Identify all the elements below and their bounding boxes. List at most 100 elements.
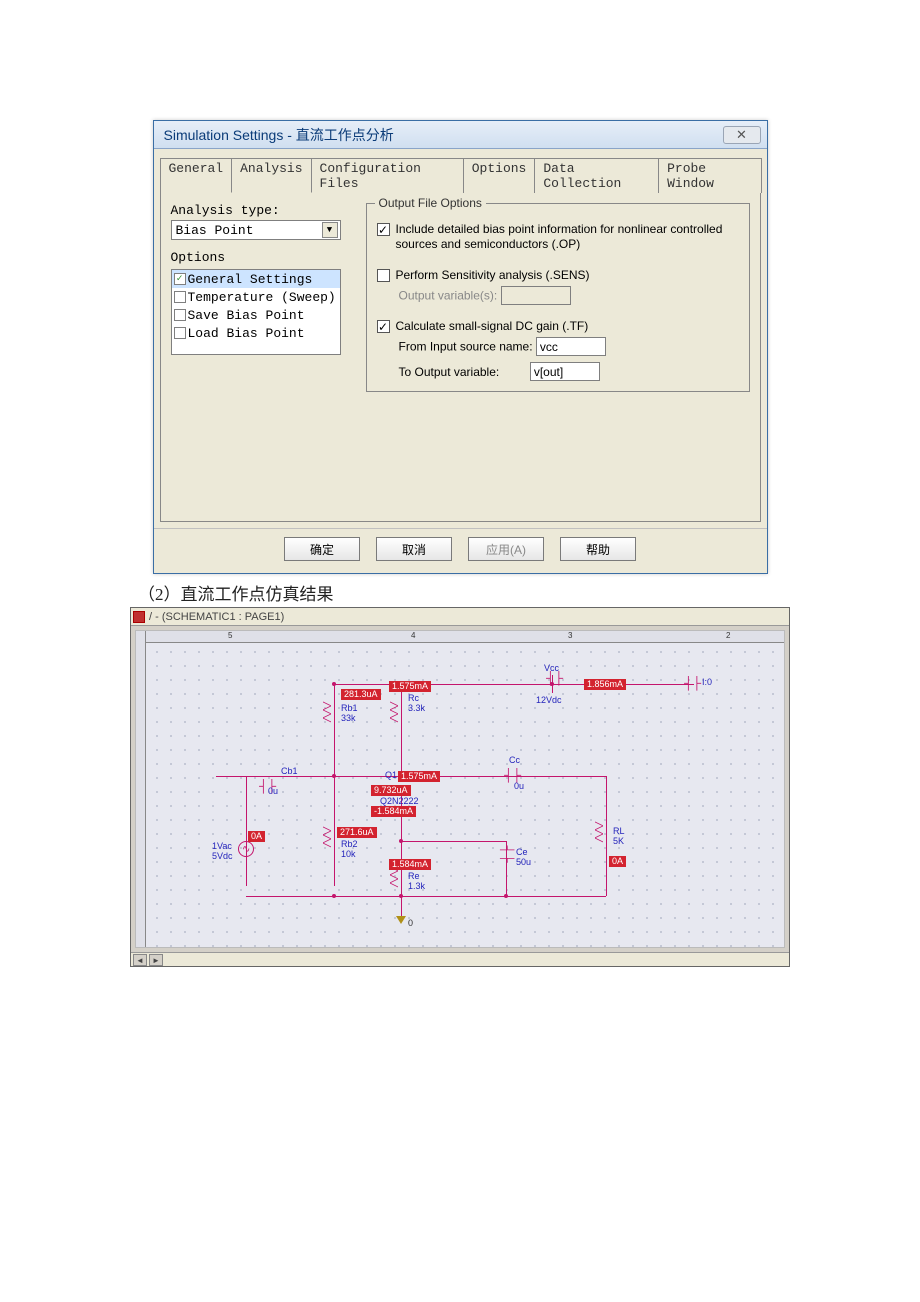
option-label: Load Bias Point <box>188 326 305 341</box>
re-label: Re <box>408 871 420 881</box>
analysis-type-label: Analysis type: <box>171 203 361 218</box>
i-probe-label: I:0 <box>702 677 712 687</box>
chevron-down-icon[interactable]: ▼ <box>322 222 338 238</box>
tab-general[interactable]: General <box>160 158 233 193</box>
checkbox-op[interactable] <box>377 223 390 236</box>
tab-configuration-files[interactable]: Configuration Files <box>311 158 464 193</box>
ann-rb2: 271.6uA <box>337 827 377 838</box>
ruler-top: 5 4 3 2 <box>136 631 784 643</box>
rb2-label: Rb2 <box>341 839 358 849</box>
close-icon[interactable]: ✕ <box>723 126 761 144</box>
dialog-title-bar: Simulation Settings - 直流工作点分析 ✕ <box>154 121 767 149</box>
probe-icon: ┤├ <box>684 678 701 688</box>
option-general-settings[interactable]: ✓ General Settings <box>172 270 340 288</box>
rl-value: 5K <box>613 836 624 846</box>
ann-rb1: 281.3uA <box>341 689 381 700</box>
ann-rc: 1.575mA <box>389 681 431 692</box>
simulation-settings-dialog: Simulation Settings - 直流工作点分析 ✕ General … <box>153 120 768 574</box>
tab-options[interactable]: Options <box>463 158 536 193</box>
tf-to-label: To Output variable: <box>399 365 527 379</box>
analysis-type-value: Bias Point <box>176 223 254 238</box>
resistor-icon: /\/\/ <box>321 701 332 721</box>
ground-label: 0 <box>408 918 413 928</box>
ce-value: 50u <box>516 857 531 867</box>
ground-icon <box>396 916 406 924</box>
dialog-button-bar: 确定 取消 应用(A) 帮助 <box>154 528 767 573</box>
capacitor-icon: ┤├ <box>504 770 521 780</box>
sine-icon: ∿ <box>242 844 250 855</box>
re-value: 1.3k <box>408 881 425 891</box>
q1-label: Q1 <box>385 770 397 780</box>
tf-to-input[interactable] <box>530 362 600 381</box>
rl-label: RL <box>613 826 625 836</box>
tf-from-input[interactable] <box>536 337 606 356</box>
options-label: Options <box>171 250 361 265</box>
cc-value: 0u <box>514 781 524 791</box>
ann-rl: 0A <box>609 856 626 867</box>
scroll-left-icon[interactable]: ◄ <box>133 954 147 966</box>
source-vac: 1Vac <box>212 841 232 851</box>
cb1-value: 0u <box>268 786 278 796</box>
cb1-label: Cb1 <box>281 766 298 776</box>
option-temperature-sweep[interactable]: Temperature (Sweep) <box>172 288 340 306</box>
apply-button: 应用(A) <box>468 537 544 561</box>
ruler-mark: 5 <box>228 631 232 640</box>
capacitor-icon: ┤├ <box>503 845 513 862</box>
groupbox-legend: Output File Options <box>375 196 486 210</box>
document-heading: （2）直流工作点仿真结果 <box>138 580 800 605</box>
rb1-label: Rb1 <box>341 703 358 713</box>
ann-q1-ic: 1.575mA <box>398 771 440 782</box>
checkbox-tf[interactable] <box>377 320 390 333</box>
capacitor-icon: ┤├ <box>546 673 563 683</box>
ruler-left <box>136 631 146 947</box>
rb2-value: 10k <box>341 849 356 859</box>
option-label: Temperature (Sweep) <box>188 290 336 305</box>
ann-src: 0A <box>248 831 265 842</box>
rc-value: 3.3k <box>408 703 425 713</box>
ann-q1-ie: -1.584mA <box>371 806 416 817</box>
schematic-canvas[interactable]: 5 4 3 2 <box>135 630 785 948</box>
tf-label: Calculate small-signal DC gain (.TF) <box>396 319 589 333</box>
dialog-title-text: Simulation Settings - 直流工作点分析 <box>164 125 394 145</box>
ann-vcc-i: 1.856mA <box>584 679 626 690</box>
checkbox-icon <box>174 291 186 303</box>
sens-label: Perform Sensitivity analysis (.SENS) <box>396 268 590 282</box>
tab-strip: General Analysis Configuration Files Opt… <box>160 157 761 192</box>
resistor-icon: /\/\/ <box>593 821 604 841</box>
analysis-type-select[interactable]: Bias Point ▼ <box>171 220 341 240</box>
ann-re: 1.584mA <box>389 859 431 870</box>
checkbox-icon <box>174 327 186 339</box>
schematic-scrollbar[interactable]: ◄ ► <box>131 952 789 966</box>
sens-var-label: Output variable(s): <box>399 289 498 303</box>
resistor-icon: /\/\/ <box>388 701 399 721</box>
cancel-button[interactable]: 取消 <box>376 537 452 561</box>
ce-label: Ce <box>516 847 528 857</box>
scroll-right-icon[interactable]: ► <box>149 954 163 966</box>
vcc-value: 12Vdc <box>536 695 562 705</box>
option-label: Save Bias Point <box>188 308 305 323</box>
schematic-window: / - (SCHEMATIC1 : PAGE1) 5 4 3 2 <box>130 607 790 967</box>
schematic-tab-label[interactable]: / - (SCHEMATIC1 : PAGE1) <box>149 611 284 623</box>
tab-data-collection[interactable]: Data Collection <box>534 158 659 193</box>
ok-button[interactable]: 确定 <box>284 537 360 561</box>
option-label: General Settings <box>188 272 313 287</box>
cc-label: Cc <box>509 755 520 765</box>
help-button[interactable]: 帮助 <box>560 537 636 561</box>
analysis-tab-panel: Analysis type: Bias Point ▼ Options ✓ Ge… <box>160 192 761 522</box>
rb1-value: 33k <box>341 713 356 723</box>
tab-probe-window[interactable]: Probe Window <box>658 158 761 193</box>
schematic-tab-bar: / - (SCHEMATIC1 : PAGE1) <box>131 608 789 626</box>
option-save-bias-point[interactable]: Save Bias Point <box>172 306 340 324</box>
checkbox-icon <box>174 309 186 321</box>
rc-label: Rc <box>408 693 419 703</box>
option-load-bias-point[interactable]: Load Bias Point <box>172 324 340 342</box>
checkbox-sens[interactable] <box>377 269 390 282</box>
ruler-mark: 3 <box>568 631 572 640</box>
q1-model: Q2N2222 <box>380 796 419 806</box>
output-file-options-group: Output File Options Include detailed bia… <box>366 203 750 392</box>
options-list[interactable]: ✓ General Settings Temperature (Sweep) S… <box>171 269 341 355</box>
tab-analysis[interactable]: Analysis <box>231 158 311 193</box>
sens-variable-input <box>501 286 571 305</box>
ruler-mark: 4 <box>411 631 415 640</box>
source-vdc: 5Vdc <box>212 851 233 861</box>
